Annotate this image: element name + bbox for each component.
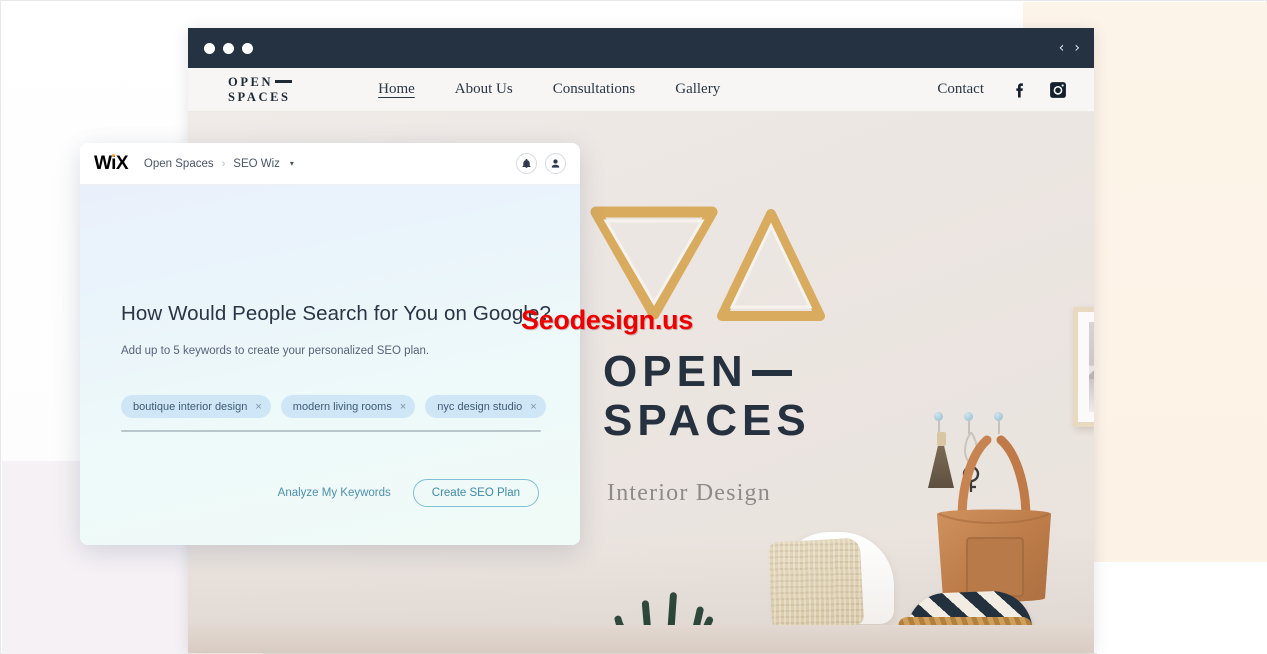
nav-link-consultations[interactable]: Consultations (553, 81, 636, 98)
nav-link-about-us[interactable]: About Us (455, 81, 513, 98)
wix-logo-dot-icon (112, 153, 115, 157)
hero-subtitle: Interior Design (607, 480, 771, 506)
keyword-chip[interactable]: modern living rooms × (280, 395, 416, 418)
maximize-dot[interactable] (242, 42, 253, 54)
keyword-chip-list: boutique interior design × modern living… (121, 395, 546, 418)
browser-title-bar: ‹ › (188, 28, 1094, 68)
previous-arrow-icon[interactable]: ‹ (1059, 41, 1065, 55)
analyze-keywords-button[interactable]: Analyze My Keywords (278, 487, 391, 499)
photo-image (1089, 322, 1094, 412)
site-logo-line2: SPACES (228, 89, 291, 104)
close-dot[interactable] (204, 42, 215, 54)
site-navigation-bar: OPEN SPACES Home About Us Consultations … (188, 68, 1094, 112)
site-logo[interactable]: OPEN SPACES (228, 74, 293, 105)
instagram-icon[interactable] (1048, 80, 1068, 100)
photo-reflection (1089, 379, 1094, 412)
wix-logo-text: WiX (94, 152, 129, 174)
logo-dash-icon (275, 80, 293, 83)
page-subtitle: Add up to 5 keywords to create your pers… (121, 345, 430, 357)
keyword-chip-label: nyc design studio (437, 400, 523, 413)
remove-keyword-icon[interactable]: × (255, 401, 261, 413)
triangle-frame-upright-icon (716, 208, 826, 323)
leather-tote-bag (925, 434, 1063, 606)
breadcrumb: Open Spaces › SEO Wiz ▾ (144, 158, 294, 170)
nav-link-contact[interactable]: Contact (937, 81, 984, 98)
photo-mountain (1089, 358, 1094, 380)
wall-hook-2-icon (964, 412, 974, 434)
keyword-input-underline[interactable] (121, 430, 541, 432)
chevron-down-icon[interactable]: ▾ (290, 159, 294, 168)
wall-hook-1-icon (934, 412, 944, 434)
facebook-icon[interactable] (1010, 80, 1030, 100)
wix-logo[interactable]: WiX (94, 152, 129, 175)
keyword-chip-label: modern living rooms (292, 400, 392, 413)
site-nav-right: Contact (937, 80, 1068, 100)
hero-dash-icon (751, 370, 792, 376)
hero-title-line2: SPACES (603, 396, 811, 446)
create-seo-plan-button[interactable]: Create SEO Plan (412, 479, 539, 507)
watermark-text: Seodesign.us (521, 305, 693, 335)
nav-link-home[interactable]: Home (378, 81, 415, 98)
background-white-block (1097, 562, 1267, 654)
seo-wiz-body: How Would People Search for You on Googl… (80, 185, 580, 545)
window-controls[interactable] (204, 42, 253, 54)
seo-wiz-dialog: WiX Open Spaces › SEO Wiz ▾ How Would Pe… (80, 143, 580, 545)
social-links (1010, 80, 1068, 100)
remove-keyword-icon[interactable]: × (530, 401, 536, 413)
browser-nav-arrows[interactable]: ‹ › (1059, 41, 1080, 55)
user-icon[interactable] (545, 153, 566, 174)
wall-hook-3-icon (994, 412, 1004, 434)
next-arrow-icon[interactable]: › (1074, 41, 1080, 55)
keyword-chip-label: boutique interior design (133, 400, 248, 413)
seo-wiz-topbar-actions (516, 153, 566, 174)
hero-title: OPEN SPACES (603, 347, 811, 446)
remove-keyword-icon[interactable]: × (400, 401, 406, 413)
site-nav-links: Home About Us Consultations Gallery (378, 81, 720, 98)
breadcrumb-separator-icon: › (221, 157, 226, 170)
seo-wiz-actions: Analyze My Keywords Create SEO Plan (278, 479, 539, 507)
photo-mat (1078, 312, 1094, 422)
breadcrumb-item-seo-wiz[interactable]: SEO Wiz (233, 158, 280, 170)
bell-icon[interactable] (516, 153, 537, 174)
floor-strip (188, 625, 1094, 653)
seo-wiz-topbar: WiX Open Spaces › SEO Wiz ▾ (80, 143, 580, 185)
keyword-chip[interactable]: boutique interior design × (121, 395, 271, 418)
nav-link-gallery[interactable]: Gallery (675, 81, 720, 98)
framed-landscape-photo (1073, 307, 1094, 427)
breadcrumb-item-open-spaces[interactable]: Open Spaces (144, 158, 214, 170)
hero-title-line1: OPEN (603, 347, 748, 396)
keyword-chip[interactable]: nyc design studio × (425, 395, 546, 418)
site-logo-line1: OPEN (228, 74, 274, 89)
page-title: How Would People Search for You on Googl… (121, 302, 552, 325)
throw-pillow (767, 537, 865, 631)
minimize-dot[interactable] (223, 42, 234, 54)
